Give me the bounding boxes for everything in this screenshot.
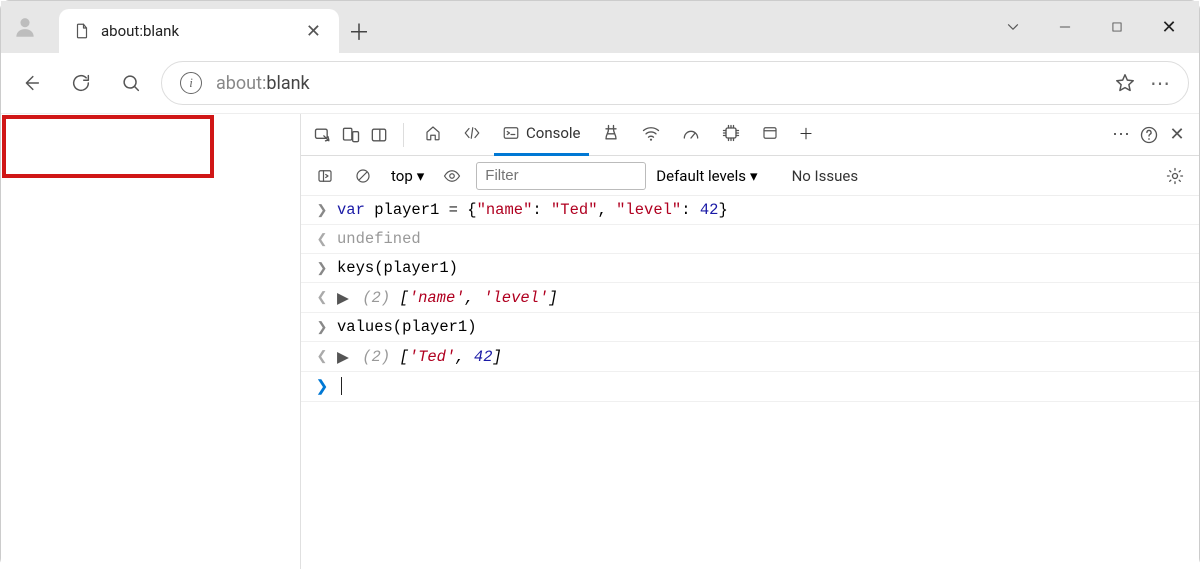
address-bar[interactable]: i about:blank ⋯ (161, 61, 1189, 105)
back-button[interactable] (11, 63, 51, 103)
filter-input[interactable] (476, 162, 646, 190)
device-toggle-icon[interactable] (339, 123, 363, 147)
devtools-more-icon[interactable]: ⋯ (1109, 123, 1133, 147)
refresh-button[interactable] (61, 63, 101, 103)
titlebar: about:blank ✕ ＋ ✕ (1, 1, 1199, 53)
toggle-sidebar-icon[interactable] (311, 162, 339, 190)
more-menu-icon[interactable]: ⋯ (1150, 71, 1170, 95)
devtools-panel: Console ＋ ⋯ ✕ top ▾ Default levels (301, 114, 1199, 569)
sources-tab[interactable] (593, 114, 629, 156)
window-controls: ✕ (989, 1, 1193, 53)
clear-console-icon[interactable] (349, 162, 377, 190)
console-toolbar: top ▾ Default levels ▾ No Issues (301, 156, 1199, 196)
tab-title: about:blank (101, 22, 292, 40)
console-input-row: var player1 = {"name": "Ted", "level": 4… (301, 196, 1199, 225)
close-window-button[interactable]: ✕ (1145, 7, 1193, 47)
site-info-icon[interactable]: i (180, 72, 202, 94)
devtools-close-icon[interactable]: ✕ (1165, 123, 1189, 147)
dock-side-icon[interactable] (367, 123, 391, 147)
console-output-row: ▶ (2) ['name', 'level'] (301, 283, 1199, 313)
url-text: about:blank (216, 73, 1100, 94)
expand-icon[interactable]: ▶ (337, 348, 349, 367)
caret-down-icon: ▾ (417, 167, 425, 185)
tab-close-button[interactable]: ✕ (302, 17, 325, 46)
favorite-icon[interactable] (1114, 72, 1136, 94)
main-area: Console ＋ ⋯ ✕ top ▾ Default levels (1, 113, 1199, 569)
performance-tab[interactable] (673, 114, 709, 156)
console-body[interactable]: var player1 = {"name": "Ted", "level": 4… (301, 196, 1199, 569)
expand-icon[interactable]: ▶ (337, 289, 349, 308)
maximize-button[interactable] (1093, 7, 1141, 47)
live-expression-icon[interactable] (438, 162, 466, 190)
new-tab-button[interactable]: ＋ (339, 9, 379, 53)
devtools-tabstrip: Console ＋ ⋯ ✕ (301, 114, 1199, 156)
help-icon[interactable] (1137, 123, 1161, 147)
context-selector[interactable]: top ▾ (387, 165, 428, 187)
console-output-row: ▶ (2) ['Ted', 42] (301, 342, 1199, 372)
console-prompt[interactable]: ❯ (301, 372, 1199, 402)
memory-tab[interactable] (713, 114, 749, 156)
browser-tab[interactable]: about:blank ✕ (59, 9, 339, 53)
caret-down-icon[interactable] (989, 7, 1037, 47)
network-tab[interactable] (633, 114, 669, 156)
elements-tab[interactable] (454, 114, 490, 156)
issues-label: No Issues (792, 167, 859, 185)
console-tab-label: Console (526, 124, 581, 142)
file-icon (73, 22, 91, 40)
console-tab[interactable]: Console (494, 114, 589, 156)
log-levels-selector[interactable]: Default levels ▾ (656, 167, 757, 185)
caret-down-icon: ▾ (750, 167, 758, 185)
search-button[interactable] (111, 63, 151, 103)
page-content (1, 114, 301, 569)
toolbar: i about:blank ⋯ (1, 53, 1199, 113)
console-input-row: values(player1) (301, 313, 1199, 342)
welcome-tab[interactable] (416, 114, 450, 156)
inspect-icon[interactable] (311, 123, 335, 147)
console-output-row: undefined (301, 225, 1199, 254)
console-settings-icon[interactable] (1161, 162, 1189, 190)
profile-button[interactable] (1, 1, 49, 53)
more-tabs-button[interactable]: ＋ (791, 114, 822, 156)
minimize-button[interactable] (1041, 7, 1089, 47)
application-tab[interactable] (753, 114, 787, 156)
console-input-row: keys(player1) (301, 254, 1199, 283)
